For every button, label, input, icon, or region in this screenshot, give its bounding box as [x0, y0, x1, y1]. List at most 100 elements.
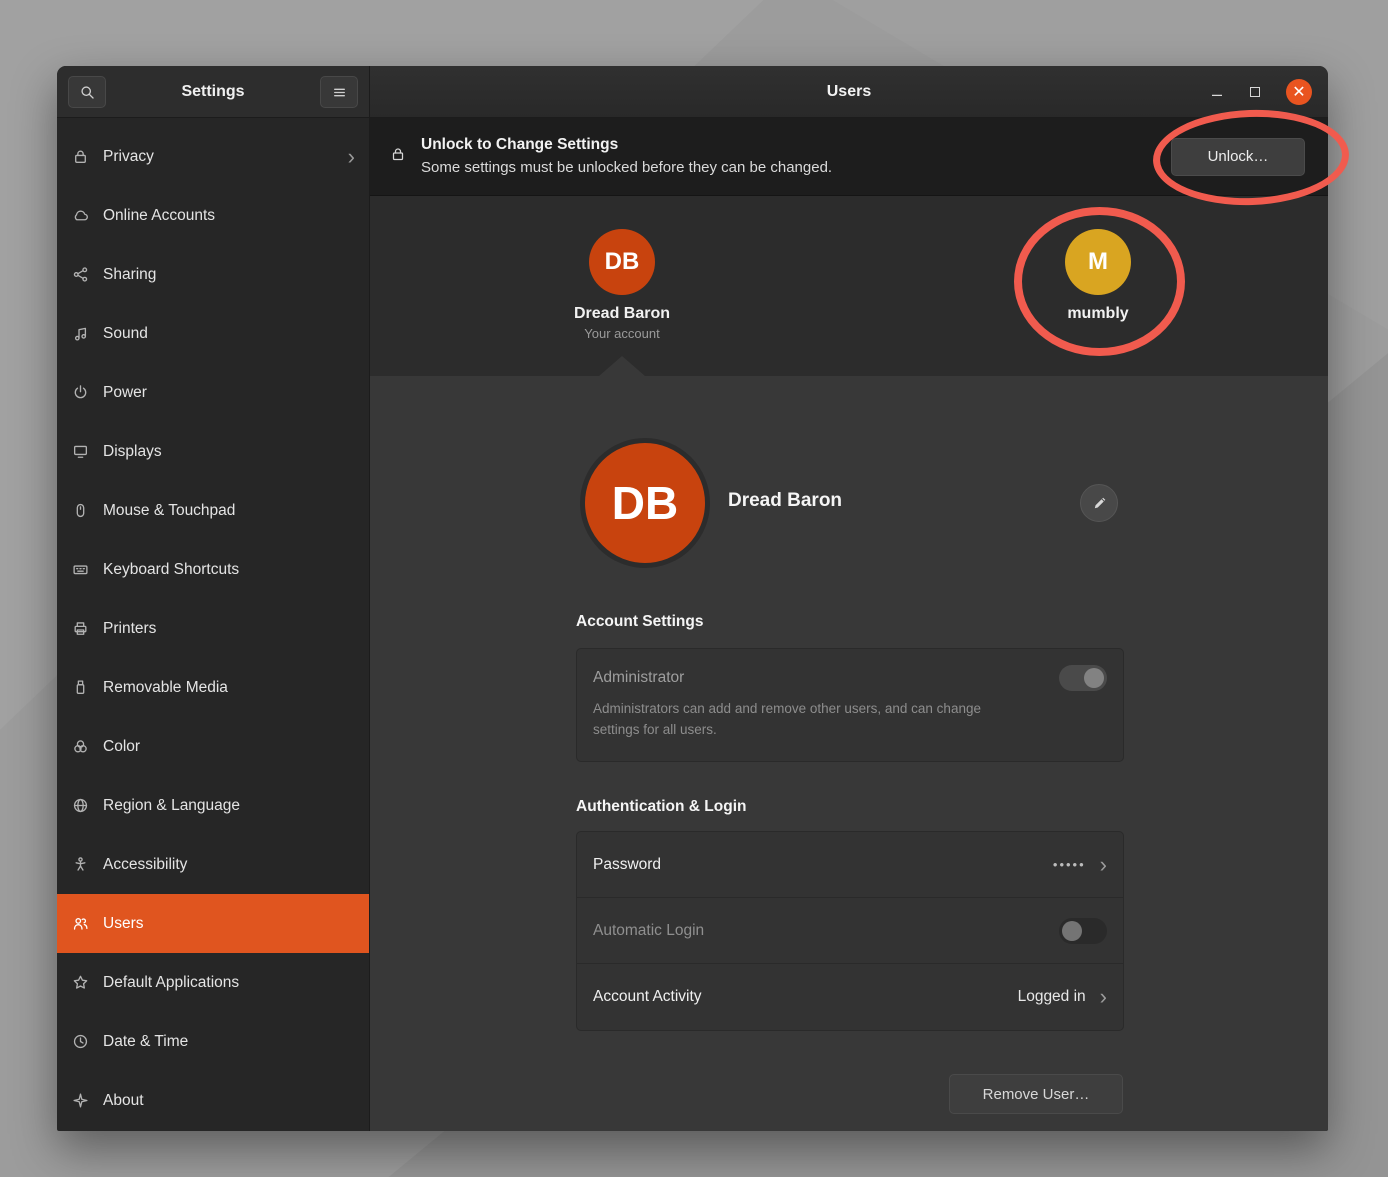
edit-name-button[interactable]	[1080, 484, 1118, 522]
sidebar-item-label: Mouse & Touchpad	[103, 502, 235, 520]
account-activity-value: Logged in	[1018, 988, 1086, 1006]
sidebar-item-label: Printers	[103, 620, 156, 638]
sidebar-item-label: Power	[103, 384, 147, 402]
maximize-icon	[1250, 87, 1260, 97]
sidebar-item-keyboard-shortcuts[interactable]: Keyboard Shortcuts	[57, 540, 369, 599]
user-name: mumbly	[1028, 305, 1168, 323]
chevron-right-icon: ›	[1100, 854, 1107, 876]
star-icon	[71, 974, 89, 992]
password-row[interactable]: Password ••••• ›	[577, 832, 1123, 898]
automatic-login-row: Automatic Login	[577, 898, 1123, 964]
search-icon	[79, 84, 96, 101]
password-dots: •••••	[1053, 857, 1086, 872]
remove-user-button[interactable]: Remove User…	[949, 1074, 1123, 1114]
page-title: Users	[370, 83, 1328, 101]
sidebar-item-color[interactable]: Color	[57, 717, 369, 776]
settings-window: Settings Privacy › Online Accounts	[57, 66, 1328, 1131]
close-button[interactable]: ✕	[1286, 79, 1312, 105]
hamburger-icon	[331, 84, 348, 101]
user-name: Dread Baron	[552, 305, 692, 323]
main-panel: Users – ✕ Unlock to Change Settings Some…	[370, 66, 1328, 1131]
sidebar-item-default-applications[interactable]: Default Applications	[57, 953, 369, 1012]
sidebar-item-label: About	[103, 1092, 144, 1110]
desktop: Settings Privacy › Online Accounts	[0, 0, 1388, 1177]
unlock-banner: Unlock to Change Settings Some settings …	[370, 118, 1328, 196]
toggle-knob	[1062, 921, 1082, 941]
window-controls: – ✕	[1210, 79, 1328, 105]
sidebar-item-label: Removable Media	[103, 679, 228, 697]
pencil-icon	[1092, 496, 1107, 511]
sidebar-item-printers[interactable]: Printers	[57, 599, 369, 658]
keyboard-icon	[71, 561, 89, 579]
sidebar-header: Settings	[57, 66, 369, 118]
cloud-icon	[71, 207, 89, 225]
sidebar-item-label: Privacy	[103, 148, 154, 166]
accessibility-icon	[71, 856, 89, 874]
share-icon	[71, 266, 89, 284]
sidebar-item-accessibility[interactable]: Accessibility	[57, 835, 369, 894]
password-label: Password	[593, 856, 661, 874]
sidebar-item-online-accounts[interactable]: Online Accounts	[57, 186, 369, 245]
sidebar-item-users[interactable]: Users	[57, 894, 369, 953]
users-icon	[71, 915, 89, 933]
avatar: M	[1065, 229, 1131, 295]
music-note-icon	[71, 325, 89, 343]
administrator-toggle[interactable]	[1059, 665, 1107, 691]
sidebar-item-privacy[interactable]: Privacy ›	[57, 127, 369, 186]
sidebar-list: Privacy › Online Accounts Sharing Sound	[57, 118, 369, 1131]
lock-icon	[71, 148, 89, 166]
mouse-icon	[71, 502, 89, 520]
carousel-user-dread-baron[interactable]: DB Dread Baron Your account	[552, 229, 692, 341]
sidebar-item-label: Sharing	[103, 266, 156, 284]
user-carousel: DB Dread Baron Your account M mumbly	[370, 196, 1328, 376]
selected-user-notch	[599, 356, 645, 376]
sidebar-item-date-time[interactable]: Date & Time	[57, 1012, 369, 1071]
minimize-button[interactable]: –	[1210, 85, 1224, 99]
sidebar-item-displays[interactable]: Displays	[57, 422, 369, 481]
sidebar-item-label: Date & Time	[103, 1033, 188, 1051]
sidebar-item-mouse-touchpad[interactable]: Mouse & Touchpad	[57, 481, 369, 540]
sidebar-item-removable-media[interactable]: Removable Media	[57, 658, 369, 717]
automatic-login-label: Automatic Login	[593, 922, 704, 940]
sidebar-item-label: Sound	[103, 325, 148, 343]
hamburger-menu-button[interactable]	[320, 76, 358, 108]
globe-icon	[71, 797, 89, 815]
automatic-login-toggle[interactable]	[1059, 918, 1107, 944]
administrator-card: Administrator Administrators can add and…	[576, 648, 1124, 762]
search-button[interactable]	[68, 76, 106, 108]
flash-drive-icon	[71, 679, 89, 697]
maximize-button[interactable]	[1250, 87, 1260, 97]
sidebar-item-label: Region & Language	[103, 797, 240, 815]
unlock-button[interactable]: Unlock…	[1171, 138, 1305, 176]
sidebar-item-label: Color	[103, 738, 140, 756]
account-activity-label: Account Activity	[593, 988, 702, 1006]
sidebar-item-label: Online Accounts	[103, 207, 215, 225]
sidebar-item-label: Keyboard Shortcuts	[103, 561, 239, 579]
auth-login-card: Password ••••• › Automatic Login Acco	[576, 831, 1124, 1031]
chevron-right-icon: ›	[348, 146, 355, 168]
sidebar-item-label: Accessibility	[103, 856, 187, 874]
administrator-label: Administrator	[593, 669, 684, 687]
profile-name: Dread Baron	[728, 490, 842, 512]
sidebar-item-region-language[interactable]: Region & Language	[57, 776, 369, 835]
user-detail-panel: DB Dread Baron Account Settings Administ…	[370, 376, 1328, 1131]
account-activity-row[interactable]: Account Activity Logged in ›	[577, 964, 1123, 1030]
sidebar-item-label: Default Applications	[103, 974, 239, 992]
profile-avatar[interactable]: DB	[580, 438, 710, 568]
power-icon	[71, 384, 89, 402]
sidebar-item-sound[interactable]: Sound	[57, 304, 369, 363]
unlock-banner-title: Unlock to Change Settings	[421, 134, 832, 156]
carousel-user-mumbly[interactable]: M mumbly	[1028, 229, 1168, 326]
monitor-icon	[71, 443, 89, 461]
lock-icon	[390, 146, 406, 167]
sidebar-item-label: Displays	[103, 443, 162, 461]
auth-login-heading: Authentication & Login	[576, 798, 746, 816]
sidebar-item-about[interactable]: About	[57, 1071, 369, 1130]
unlock-banner-subtitle: Some settings must be unlocked before th…	[421, 157, 832, 179]
avatar: DB	[589, 229, 655, 295]
sparkle-icon	[71, 1092, 89, 1110]
administrator-description: Administrators can add and remove other …	[577, 697, 1123, 757]
headerbar: Users – ✕	[370, 66, 1328, 118]
sidebar-item-power[interactable]: Power	[57, 363, 369, 422]
sidebar-item-sharing[interactable]: Sharing	[57, 245, 369, 304]
